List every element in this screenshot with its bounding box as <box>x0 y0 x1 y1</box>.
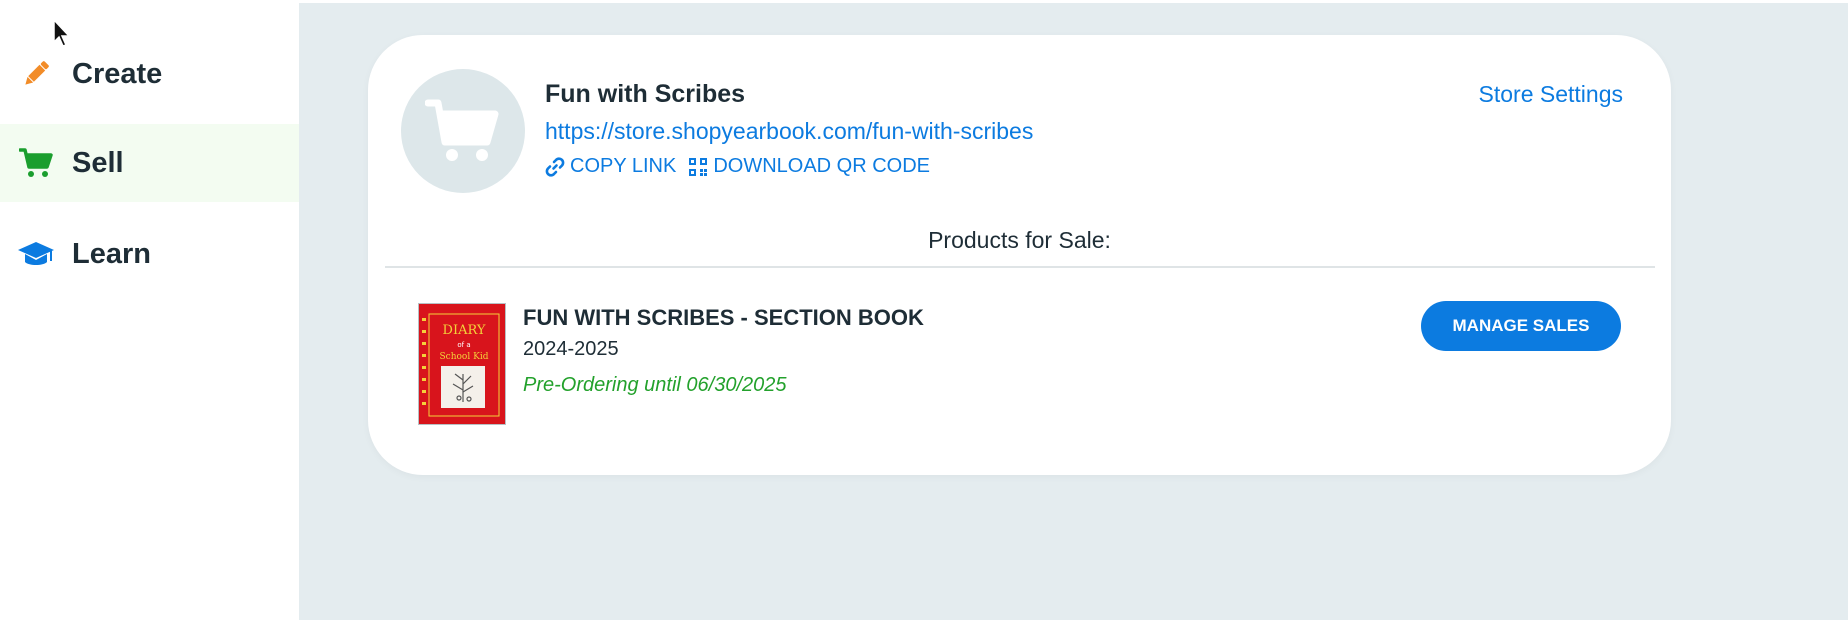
product-status: Pre-Ordering until 06/30/2025 <box>523 374 787 396</box>
copy-link-label: COPY LINK <box>570 155 677 177</box>
product-title: FUN WITH SCRIBES - SECTION BOOK <box>523 305 924 330</box>
cover-title-text: DIARY <box>443 323 486 338</box>
cover-subtitle-text: of a <box>457 341 470 349</box>
product-cover-image: DIARY of a School Kid <box>418 303 506 425</box>
store-url-link[interactable]: https://store.shopyearbook.com/fun-with-… <box>545 118 1033 145</box>
store-card: Fun with Scribes https://store.shopyearb… <box>368 35 1671 475</box>
sidebar: Create Sell Learn <box>0 0 299 620</box>
copy-link-button[interactable]: COPY LINK <box>545 155 676 178</box>
store-avatar <box>401 69 525 193</box>
download-qr-code-button[interactable]: DOWNLOAD QR CODE <box>688 155 930 178</box>
divider <box>385 266 1655 268</box>
store-name: Fun with Scribes <box>545 80 746 108</box>
mouse-cursor-icon <box>52 18 74 55</box>
pencil-icon <box>16 54 56 94</box>
graduation-cap-icon <box>16 234 56 274</box>
sidebar-item-label: Learn <box>72 237 151 270</box>
sidebar-item-learn[interactable]: Learn <box>0 215 299 293</box>
shopping-cart-icon <box>425 99 499 161</box>
download-qr-code-label: DOWNLOAD QR CODE <box>713 155 931 177</box>
products-header: Products for Sale: <box>928 227 1111 253</box>
sidebar-item-label: Sell <box>72 146 124 179</box>
top-border <box>299 0 1848 3</box>
store-settings-link[interactable]: Store Settings <box>1479 81 1623 108</box>
sidebar-item-sell[interactable]: Sell <box>0 124 299 202</box>
shopping-cart-icon <box>16 143 56 183</box>
cover-subtitle-text: School Kid <box>440 352 489 362</box>
link-icon <box>545 156 565 177</box>
manage-sales-button[interactable]: MANAGE SALES <box>1421 301 1621 351</box>
product-year: 2024-2025 <box>523 338 619 360</box>
store-link-actions: COPY LINK DOWNLOAD QR CODE <box>545 155 930 178</box>
sidebar-item-create[interactable]: Create <box>0 35 299 113</box>
qr-code-icon <box>689 157 708 176</box>
sidebar-item-label: Create <box>72 57 163 90</box>
